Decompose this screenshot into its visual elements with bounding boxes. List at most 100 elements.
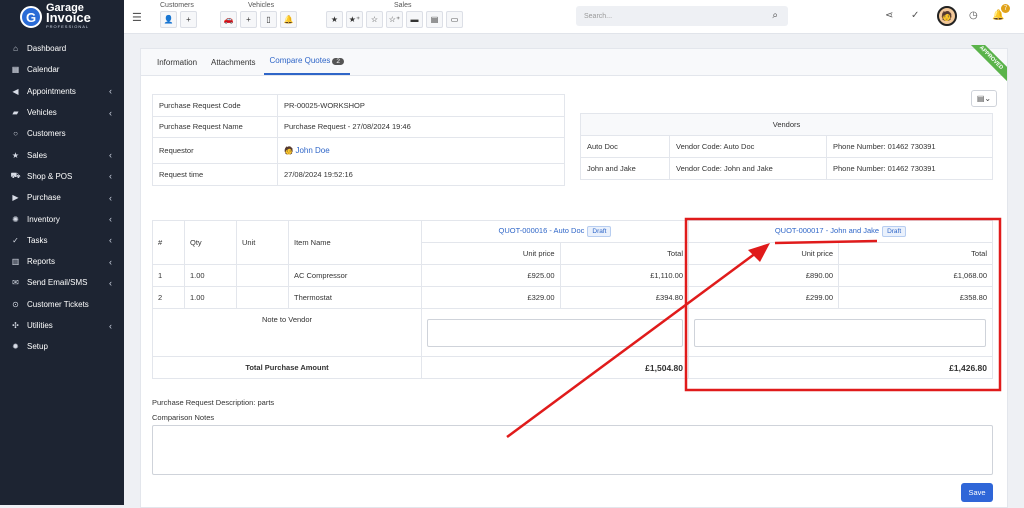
sidebar-item-customers[interactable]: ○ Customers	[0, 123, 124, 144]
chevron-left-icon: ‹	[109, 192, 112, 203]
quote-1-status-badge: Draft	[587, 226, 612, 237]
sidebar-item-shop-pos[interactable]: ⛟ Shop & POS ‹	[0, 166, 124, 187]
vehicles-group: Vehicles 🚗 + ▯ 🔔	[220, 2, 297, 28]
topbar: ☰ Customers 👤 + Vehicles 🚗 + ▯ 🔔 Sales ★…	[124, 0, 1024, 34]
sidebar-item-label: Vehicles	[27, 108, 57, 118]
request-description: Purchase Request Description: parts	[152, 398, 274, 407]
tab-compare-quotes-label: Compare Quotes	[269, 56, 331, 65]
sidebar-item-setup[interactable]: ✹ Setup	[0, 336, 124, 357]
quote-1-note-textarea[interactable]	[427, 318, 683, 347]
clock-icon[interactable]: ◷	[969, 10, 978, 21]
sidebar-item-appointments[interactable]: ◀ Appointments ‹	[0, 81, 124, 102]
vendor-name: John and Jake	[580, 157, 670, 180]
add-vehicle-icon[interactable]: +	[240, 11, 257, 28]
search-input[interactable]: Search... ⌕	[576, 6, 788, 26]
vendor-phone: Phone Number: 01462 730391	[826, 157, 993, 180]
document-export-icon: ▤⌄	[976, 94, 992, 103]
chevron-left-icon: ‹	[109, 86, 112, 97]
export-dropdown-button[interactable]: ▤⌄	[971, 90, 997, 107]
row-item: Thermostat	[288, 286, 422, 309]
mail-icon: ✉	[12, 278, 19, 288]
sidebar-item-inventory[interactable]: ✺ Inventory ‹	[0, 208, 124, 229]
tab-information[interactable]: Information	[151, 58, 203, 75]
sidebar-item-vehicles[interactable]: ▰ Vehicles ‹	[0, 102, 124, 123]
tools-icon: ✣	[12, 321, 19, 330]
sidebar-item-tasks[interactable]: ✓ Tasks ‹	[0, 230, 124, 251]
row-q2-total: £358.80	[838, 286, 993, 309]
sidebar-item-utilities[interactable]: ✣ Utilities ‹	[0, 315, 124, 336]
sidebar-item-label: Tasks	[27, 235, 48, 245]
total-row: Total Purchase Amount £1,504.80 £1,426.8…	[152, 356, 993, 379]
row-unit	[236, 264, 289, 287]
chevron-left-icon: ‹	[109, 320, 112, 331]
quote-2-note-textarea[interactable]	[694, 318, 986, 347]
table-row: John and Jake Vendor Code: John and Jake P…	[580, 157, 993, 180]
sidebar-item-purchase[interactable]: ▶ Purchase ‹	[0, 187, 124, 208]
brand-logo[interactable]: G Garage Invoice PROFESSIONAL	[0, 0, 124, 34]
table-row: Request time 27/08/2024 19:52:16	[152, 163, 565, 186]
customers-group: Customers 👤 +	[160, 2, 197, 28]
add-star-outline-icon[interactable]: ☆⁺	[386, 11, 403, 28]
main-card: Information Attachments Compare Quotes 2 …	[140, 45, 1008, 508]
approved-label: APPROVED	[967, 45, 1007, 83]
chevron-left-icon: ‹	[109, 235, 112, 246]
save-button[interactable]: Save	[961, 483, 993, 502]
comparison-notes-textarea[interactable]	[152, 425, 993, 475]
q1-total-header: Total	[559, 242, 690, 265]
requestor-link[interactable]: John Doe	[295, 146, 329, 155]
sidebar-item-dashboard[interactable]: ⌂ Dashboard	[0, 38, 124, 59]
star-icon[interactable]: ★	[326, 11, 343, 28]
truck-icon: ▶	[12, 193, 19, 203]
sidebar-item-label: Inventory	[27, 214, 60, 224]
sidebar-item-reports[interactable]: ▥ Reports ‹	[0, 251, 124, 272]
cart-icon: ⛟	[10, 171, 21, 181]
notification-count: 7	[1001, 4, 1010, 13]
tab-compare-quotes[interactable]: Compare Quotes 2	[263, 56, 351, 75]
user-avatar[interactable]: 🧑	[937, 6, 957, 26]
sidebar-item-customer-tickets[interactable]: ⊙ Customer Tickets	[0, 294, 124, 315]
tab-attachments[interactable]: Attachments	[205, 58, 261, 75]
check-icon[interactable]: ✓	[911, 10, 919, 21]
sidebar-item-sales[interactable]: ★ Sales ‹	[0, 144, 124, 165]
add-customer-icon[interactable]: +	[180, 11, 197, 28]
document-icon[interactable]: ▭	[446, 11, 463, 28]
row-qty: 1.00	[184, 286, 237, 309]
menu-toggle-icon[interactable]: ☰	[132, 11, 142, 24]
bell-alert-icon[interactable]: 🔔	[280, 11, 297, 28]
sidebar-item-label: Customers	[27, 129, 66, 139]
customer-list-icon[interactable]: 👤	[160, 11, 177, 28]
quote-1-link[interactable]: QUOT-000016 - Auto Doc	[499, 226, 585, 235]
q1-unit-price-header: Unit price	[421, 242, 561, 265]
sidebar-item-label: Reports	[27, 257, 56, 267]
card-icon[interactable]: ▬	[406, 11, 423, 28]
vehicle-list-icon[interactable]: 🚗	[220, 11, 237, 28]
add-star-icon[interactable]: ★⁺	[346, 11, 363, 28]
share-icon[interactable]: ⋖	[885, 10, 893, 21]
quote-2-total: £1,426.80	[688, 356, 993, 379]
quote-1-total: £1,504.80	[421, 356, 689, 379]
quote-2-link[interactable]: QUOT-000017 - John and Jake	[775, 226, 879, 235]
clipboard-icon[interactable]: ▯	[260, 11, 277, 28]
row-q2-price: £299.00	[688, 286, 839, 309]
request-info-table: Purchase Request Code PR-00025-WORKSHOP P…	[152, 94, 565, 186]
customers-group-label: Customers	[160, 2, 194, 9]
sidebar-item-label: Customer Tickets	[27, 299, 89, 309]
quote-1-header: QUOT-000016 - Auto Doc Draft	[421, 220, 689, 243]
sidebar-item-calendar[interactable]: ▦ Calendar	[0, 59, 124, 80]
sidebar-item-label: Calendar	[27, 65, 60, 75]
row-item: AC Compressor	[288, 264, 422, 287]
invoice-icon[interactable]: ▤	[426, 11, 443, 28]
search-placeholder: Search...	[584, 12, 613, 20]
brand-line3: PROFESSIONAL	[46, 23, 90, 29]
row-q1-total: £394.80	[559, 286, 690, 309]
vendor-code: Vendor Code: John and Jake	[669, 157, 827, 180]
sidebar-item-send-email-sms[interactable]: ✉ Send Email/SMS ‹	[0, 272, 124, 293]
sidebar-item-label: Shop & POS	[27, 171, 73, 181]
table-row: Requestor 🧑 John Doe	[152, 137, 565, 164]
vendor-name: Auto Doc	[580, 135, 670, 158]
search-icon[interactable]: ⌕	[772, 10, 778, 21]
description-value: parts	[257, 398, 275, 407]
description-label: Purchase Request Description:	[152, 398, 256, 407]
star-outline-icon[interactable]: ☆	[366, 11, 383, 28]
approved-ribbon: APPROVED	[967, 45, 1007, 85]
